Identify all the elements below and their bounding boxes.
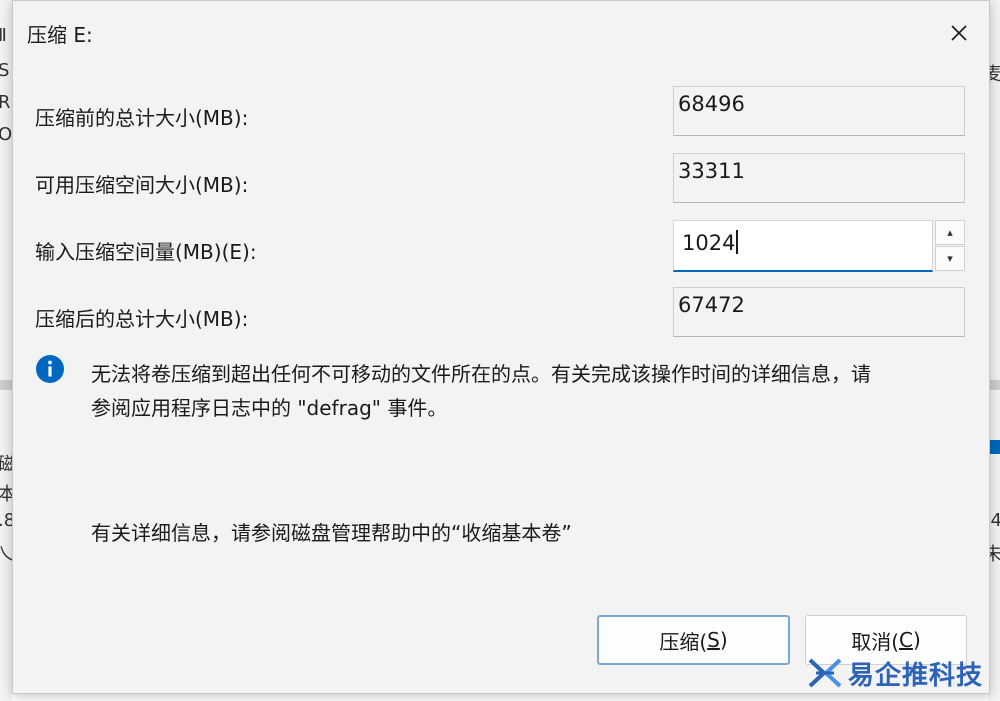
shrink-button-label: 压缩( [659, 629, 708, 654]
cancel-button-suffix: ) [912, 628, 921, 652]
info-message-line1: 无法将卷压缩到超出任何不可移动的文件所在的点。有关完成该操作时间的详细信息，请 [91, 362, 871, 386]
watermark-logo-icon [808, 658, 842, 688]
available-shrink-space-label: 可用压缩空间大小(MB): [35, 173, 249, 197]
shrink-amount-input[interactable]: 1024 [673, 220, 933, 272]
close-icon [951, 25, 967, 41]
spin-down-icon: ▾ [947, 252, 953, 265]
spin-up-button[interactable]: ▴ [935, 220, 965, 245]
spin-up-icon: ▴ [947, 226, 953, 239]
spin-down-button[interactable]: ▾ [935, 246, 965, 271]
shrink-button[interactable]: 压缩(S) [597, 615, 790, 665]
shrink-amount-stepper[interactable]: 1024 ▴ ▾ [673, 220, 965, 272]
shrink-button-suffix: ) [719, 628, 728, 652]
help-text: 有关详细信息，请参阅磁盘管理帮助中的“收缩基本卷” [91, 521, 572, 545]
dialog-title: 压缩 E: [27, 23, 93, 47]
watermark-text: 易企推科技 [848, 660, 984, 691]
close-button[interactable] [939, 15, 979, 51]
background-window-left: Ⅱ S R O 磁 本 .8 乀 [0, 0, 12, 701]
info-icon [36, 355, 64, 383]
shrink-button-accel: S [707, 628, 720, 652]
cancel-button-accel: C [899, 628, 913, 652]
total-size-before-value: 68496 [673, 86, 965, 136]
total-size-after-label: 压缩后的总计大小(MB): [35, 307, 249, 331]
available-shrink-space-value: 33311 [673, 153, 965, 203]
shrink-dialog: 压缩 E: 压缩前的总计大小(MB): 68496 可用压缩空间大小(MB): … [12, 0, 990, 694]
total-size-before-label: 压缩前的总计大小(MB): [35, 106, 249, 130]
shrink-amount-label: 输入压缩空间量(MB)(E): [35, 240, 257, 264]
shrink-amount-input-value: 1024 [682, 231, 736, 255]
total-size-after-value: 67472 [673, 287, 965, 337]
watermark: 易企推科技 [806, 650, 996, 696]
info-message-line2: 参阅应用程序日志中的 "defrag" 事件。 [91, 396, 448, 420]
